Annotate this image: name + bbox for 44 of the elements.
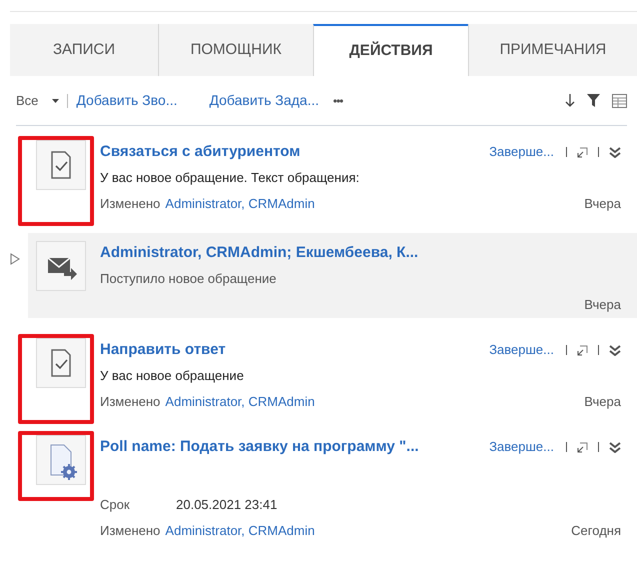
- tab[interactable]: ПРИМЕЧАНИЯ: [468, 24, 637, 76]
- activity-date: Вчера: [584, 296, 621, 314]
- complete-link[interactable]: Заверше...: [489, 142, 554, 162]
- open-icon[interactable]: [577, 442, 588, 452]
- add-link[interactable]: Добавить Зво...: [76, 90, 178, 111]
- filter-dropdown[interactable]: Все: [16, 90, 60, 110]
- author-link[interactable]: Administrator, CRMAdmin: [165, 520, 315, 540]
- task-icon: [36, 338, 86, 388]
- grid-icon[interactable]: [612, 94, 627, 108]
- activity-title[interactable]: Poll name: Подать заявку на программу "...: [100, 436, 488, 458]
- due-date: 20.05.2021 23:41: [176, 496, 278, 514]
- complete-link[interactable]: Заверше...: [489, 437, 554, 457]
- activity-description: Поступило новое обращение: [100, 270, 278, 288]
- double-chevron-icon[interactable]: [609, 442, 621, 452]
- double-chevron-icon[interactable]: [609, 146, 621, 158]
- author-link[interactable]: Administrator, CRMAdmin: [165, 194, 315, 213]
- more-button[interactable]: •••: [333, 92, 343, 110]
- activity-date: Вчера: [584, 392, 621, 411]
- activity-date: Вчера: [584, 194, 621, 213]
- expand-icon[interactable]: [10, 253, 20, 265]
- activity-title[interactable]: Связаться с абитуриентом: [100, 140, 488, 164]
- activity-description: У вас новое обращение: [100, 367, 245, 385]
- author-link[interactable]: Administrator, CRMAdmin: [165, 392, 315, 411]
- add-link[interactable]: Добавить Зада...: [209, 90, 319, 111]
- activity-description: У вас новое обращение. Текст обращения:: [100, 169, 360, 187]
- sort-icon[interactable]: [565, 94, 575, 107]
- open-icon[interactable]: [577, 344, 588, 356]
- tab[interactable]: ЗАПИСИ: [10, 24, 158, 76]
- filter-icon[interactable]: [587, 94, 600, 107]
- due-label: Срок: [100, 496, 131, 514]
- modified-label: Изменено: [100, 194, 160, 212]
- tab[interactable]: ДЕЙСТВИЯ: [313, 24, 468, 76]
- activity-date: Сегодня: [571, 522, 621, 540]
- caret-icon: [52, 98, 60, 102]
- double-chevron-icon[interactable]: [609, 344, 621, 356]
- open-icon[interactable]: [577, 146, 588, 158]
- modified-label: Изменено: [100, 522, 160, 540]
- email-forward-icon: [36, 241, 86, 291]
- document-gear-icon: [36, 435, 86, 485]
- task-icon: [36, 140, 86, 190]
- modified-label: Изменено: [100, 392, 160, 410]
- complete-link[interactable]: Заверше...: [489, 340, 554, 360]
- activity-title[interactable]: Administrator, CRMAdmin; Екшембеева, К...: [100, 242, 621, 264]
- activity-title[interactable]: Направить ответ: [100, 338, 488, 362]
